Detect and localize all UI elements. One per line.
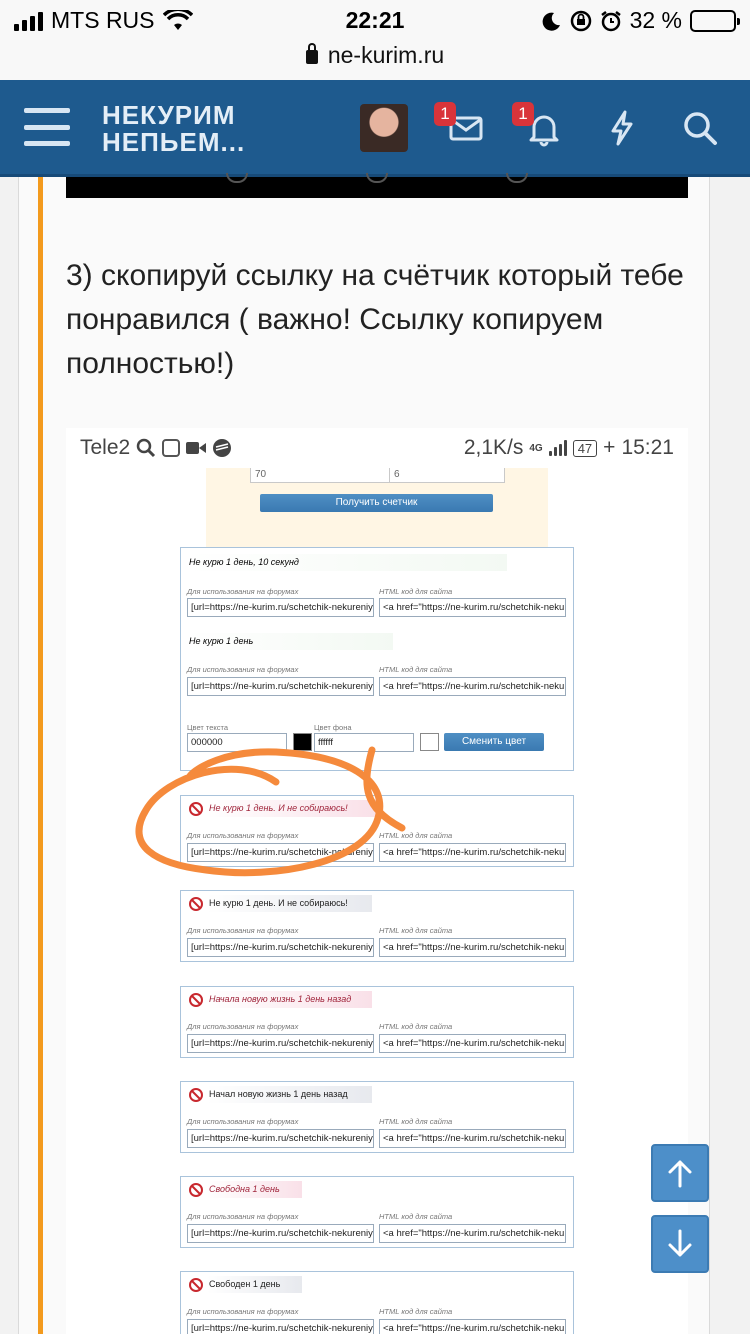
counter-title: Не курю 1 день bbox=[187, 633, 393, 650]
search-icon bbox=[136, 438, 156, 458]
counter-title: Не курю 1 день. И не собираюсь! bbox=[207, 895, 372, 912]
html-caption: HTML код для сайта bbox=[379, 1212, 453, 1221]
get-counter-button[interactable]: Получить счетчик bbox=[260, 494, 493, 512]
counter-title: Свободна 1 день bbox=[207, 1181, 302, 1198]
video-icon bbox=[186, 442, 207, 454]
lightning-icon bbox=[611, 110, 633, 146]
bbcode-field[interactable]: [url=https://ne-kurim.ru/schetchik-nekur… bbox=[187, 1319, 374, 1334]
html-field[interactable]: <a href="https://ne-kurim.ru/schetchik-n… bbox=[379, 598, 566, 617]
form-input-1[interactable]: 70 bbox=[250, 468, 393, 483]
messages-button[interactable]: 1 bbox=[434, 102, 486, 148]
search-button[interactable] bbox=[680, 108, 720, 148]
html-caption: HTML код для сайта bbox=[379, 665, 453, 674]
forum-caption: Для использования на форумах bbox=[187, 1117, 299, 1126]
counter-box-5: Начал новую жизнь 1 день назад Для испол… bbox=[180, 1081, 574, 1153]
charging-icon: + bbox=[603, 436, 616, 459]
no-smoking-icon bbox=[189, 993, 203, 1007]
bg-color-label: Цвет фона bbox=[314, 723, 352, 732]
app-icon bbox=[162, 439, 181, 457]
alerts-button[interactable]: 1 bbox=[512, 102, 564, 148]
annotation-circle bbox=[135, 746, 406, 877]
counter-title: Не курю 1 день, 10 секунд bbox=[187, 554, 507, 571]
counter-box-6: Свободна 1 день Для использования на фор… bbox=[180, 1176, 574, 1248]
post-text: 3) скопируй ссылку на счётчик который те… bbox=[66, 259, 684, 380]
scroll-bottom-button[interactable] bbox=[651, 1215, 709, 1273]
menu-icon[interactable] bbox=[24, 108, 70, 146]
forum-caption: Для использования на форумах bbox=[187, 587, 299, 596]
html-field[interactable]: <a href="https://ne-kurim.ru/schetchik-n… bbox=[379, 677, 566, 696]
url-text: ne-kurim.ru bbox=[327, 42, 445, 68]
bbcode-field[interactable]: [url=https://ne-kurim.ru/schetchik-nekur… bbox=[187, 1034, 374, 1053]
forum-caption: Для использования на форумах bbox=[187, 1212, 299, 1221]
bank-icon bbox=[213, 439, 232, 457]
search-icon bbox=[684, 112, 717, 145]
text-color-label: Цвет текста bbox=[187, 723, 229, 732]
bbcode-field[interactable]: [url=https://ne-kurim.ru/schetchik-nekur… bbox=[187, 1224, 374, 1243]
post-accent-bar bbox=[38, 177, 43, 1334]
counter-title: Свободен 1 день bbox=[207, 1276, 302, 1293]
counter-title: Начала новую жизнь 1 день назад bbox=[207, 991, 372, 1008]
bbcode-field[interactable]: [url=https://ne-kurim.ru/schetchik-nekur… bbox=[187, 938, 374, 957]
arrow-down-icon bbox=[668, 1229, 692, 1257]
image-status-bar: Tele2 2,1K/s 4G 47 + 15:21 bbox=[66, 428, 688, 468]
logo-line-1: НЕКУРИМ bbox=[102, 100, 236, 130]
logo-line-2: НЕПЬЕМ... bbox=[102, 127, 246, 157]
counter-box-3: Не курю 1 день. И не собираюсь! Для испо… bbox=[180, 890, 574, 962]
no-smoking-icon bbox=[189, 1183, 203, 1197]
html-field[interactable]: <a href="https://ne-kurim.ru/schetchik-n… bbox=[379, 1224, 566, 1243]
site-header: НЕКУРИМ НЕПЬЕМ... 1 1 bbox=[0, 80, 750, 177]
bg-color-swatch[interactable] bbox=[420, 733, 439, 751]
alerts-badge: 1 bbox=[512, 102, 534, 126]
bbcode-field[interactable]: [url=https://ne-kurim.ru/schetchik-nekur… bbox=[187, 1129, 374, 1148]
html-field[interactable]: <a href="https://ne-kurim.ru/schetchik-n… bbox=[379, 938, 566, 957]
post-image[interactable]: Tele2 2,1K/s 4G 47 + 15:21 70 6 Получить… bbox=[66, 428, 688, 1334]
counter-title: Начал новую жизнь 1 день назад bbox=[207, 1086, 372, 1103]
no-smoking-icon bbox=[189, 897, 203, 911]
html-field[interactable]: <a href="https://ne-kurim.ru/schetchik-n… bbox=[379, 1129, 566, 1148]
scroll-top-button[interactable] bbox=[651, 1144, 709, 1202]
forum-caption: Для использования на форумах bbox=[187, 665, 299, 674]
forum-caption: Для использования на форумах bbox=[187, 1022, 299, 1031]
forum-caption: Для использования на форумах bbox=[187, 1307, 299, 1316]
image-battery: 47 bbox=[572, 439, 598, 457]
no-smoking-icon bbox=[189, 1278, 203, 1292]
status-bar: MTS RUS 22:21 32 % bbox=[0, 0, 750, 40]
whats-new-button[interactable] bbox=[602, 108, 642, 148]
alarm-icon bbox=[600, 10, 621, 31]
previous-image-bottom bbox=[66, 173, 688, 198]
messages-badge: 1 bbox=[434, 102, 456, 126]
site-logo[interactable]: НЕКУРИМ НЕПЬЕМ... bbox=[102, 102, 245, 156]
lock-icon bbox=[305, 43, 318, 64]
bbcode-field[interactable]: [url=https://ne-kurim.ru/schetchik-nekur… bbox=[187, 598, 374, 617]
image-carrier: Tele2 bbox=[80, 436, 131, 459]
change-color-button[interactable]: Сменить цвет bbox=[444, 733, 544, 751]
image-signal-icon bbox=[548, 440, 567, 456]
image-network: 4G bbox=[529, 442, 543, 454]
counter-box-4: Начала новую жизнь 1 день назад Для испо… bbox=[180, 986, 574, 1058]
battery-percent: 32 % bbox=[629, 7, 682, 33]
form-input-2[interactable]: 6 bbox=[389, 468, 505, 483]
counter-box-1: Не курю 1 день, 10 секунд Для использова… bbox=[180, 547, 574, 771]
html-caption: HTML код для сайта bbox=[379, 1022, 453, 1031]
battery-icon bbox=[690, 9, 740, 32]
no-smoking-icon bbox=[189, 1088, 203, 1102]
rotation-lock-icon bbox=[570, 10, 591, 31]
bbcode-field[interactable]: [url=https://ne-kurim.ru/schetchik-nekur… bbox=[187, 677, 374, 696]
html-field[interactable]: <a href="https://ne-kurim.ru/schetchik-n… bbox=[379, 1319, 566, 1334]
avatar[interactable] bbox=[360, 104, 408, 152]
html-caption: HTML код для сайта bbox=[379, 1307, 453, 1316]
url-bar[interactable]: ne-kurim.ru bbox=[0, 40, 750, 80]
image-time: 15:21 bbox=[621, 436, 674, 459]
counter-box-7: Свободен 1 день Для использования на фор… bbox=[180, 1271, 574, 1334]
html-caption: HTML код для сайта bbox=[379, 1117, 453, 1126]
html-caption: HTML код для сайта bbox=[379, 587, 453, 596]
html-caption: HTML код для сайта bbox=[379, 926, 453, 935]
image-net-speed: 2,1K/s bbox=[463, 436, 524, 459]
forum-caption: Для использования на форумах bbox=[187, 926, 299, 935]
page: MTS RUS 22:21 32 % ne-kurim.ru НЕКУРИМ Н… bbox=[0, 0, 750, 1334]
moon-icon bbox=[542, 12, 560, 31]
html-field[interactable]: <a href="https://ne-kurim.ru/schetchik-n… bbox=[379, 1034, 566, 1053]
arrow-up-icon bbox=[668, 1160, 692, 1188]
